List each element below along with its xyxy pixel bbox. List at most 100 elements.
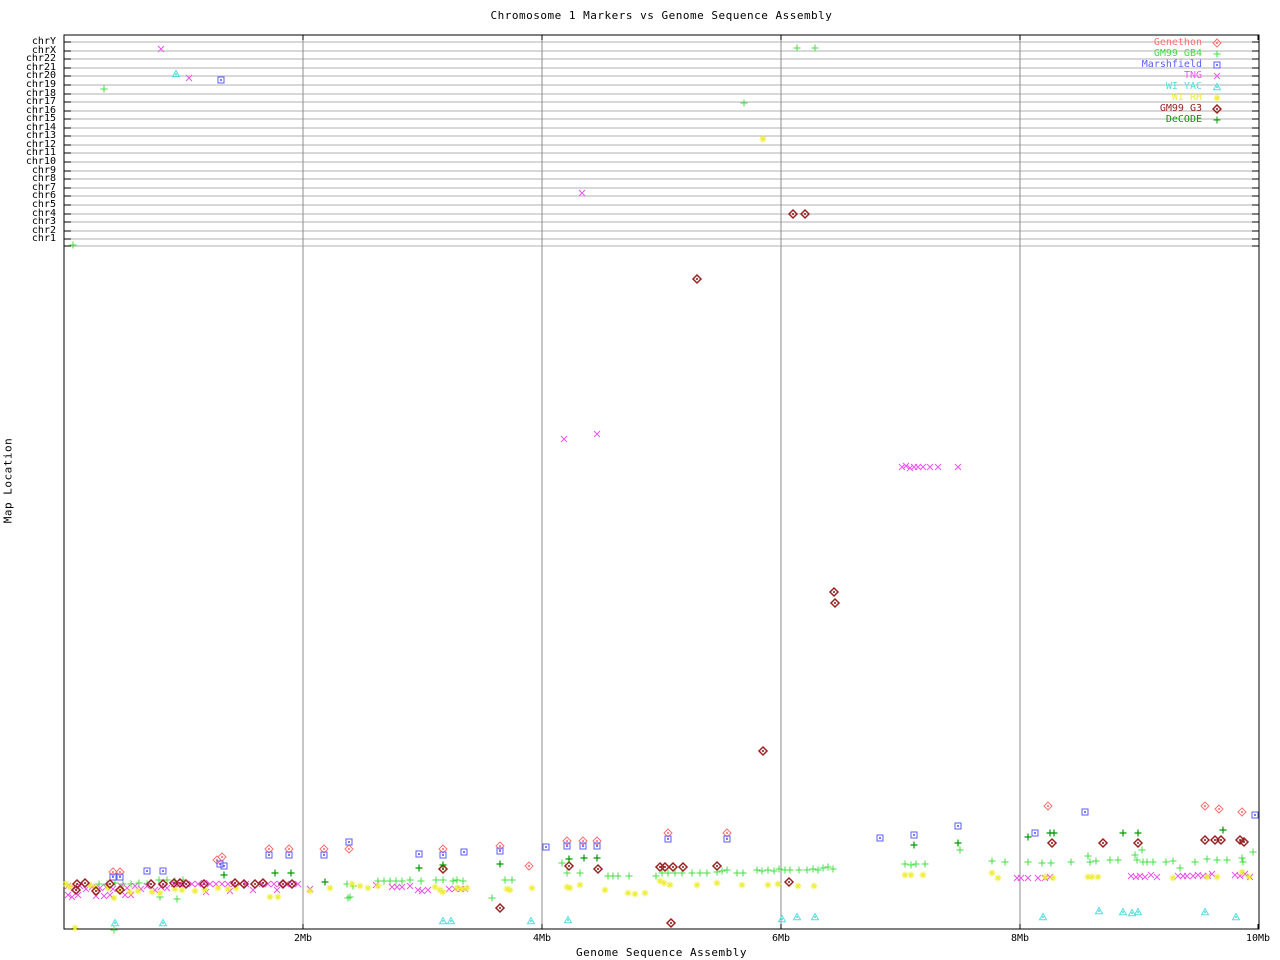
- marker-wi-rh: [1246, 874, 1253, 881]
- legend-item-gm99-g3: GM99 G3: [1000, 103, 1260, 114]
- marker-wi-yac: [1202, 909, 1209, 915]
- marker-gm99-gb4: [1240, 859, 1247, 866]
- marker-wi-rh: [357, 883, 364, 890]
- marker-gm99-gb4: [810, 866, 817, 873]
- marker-marshfield: [877, 835, 883, 841]
- marker-tng: [927, 464, 933, 470]
- marker-tng: [271, 881, 277, 887]
- marker-gm99-g3: [240, 880, 248, 888]
- marker-gm99-gb4: [989, 858, 996, 865]
- marker-gm99-gb4: [804, 867, 811, 874]
- marker-wi-rh: [714, 880, 721, 887]
- marker-gm99-g3: [785, 878, 793, 886]
- marker-gm99-gb4: [759, 868, 766, 875]
- marker-tng: [899, 464, 905, 470]
- marker-marshfield: [221, 863, 227, 869]
- marker-gm99-gb4: [1150, 859, 1157, 866]
- marker-gm99-gb4: [1170, 858, 1177, 865]
- marker-wi-yac: [160, 920, 167, 926]
- marker-gm99-gb4: [1087, 859, 1094, 866]
- marker-marshfield: [160, 868, 166, 874]
- marker-gm99-g3: [1134, 839, 1142, 847]
- marker-wi-rh: [760, 136, 767, 143]
- marker-genethon: [525, 862, 533, 870]
- marker-wi-yac: [565, 917, 572, 923]
- marker-gm99-g3: [565, 862, 573, 870]
- marker-genethon: [345, 845, 353, 853]
- marker-wi-rh: [577, 882, 584, 889]
- marker-wi-rh: [365, 885, 372, 892]
- marker-wi-rh: [765, 882, 772, 889]
- marker-tng: [132, 883, 138, 889]
- marker-wi-rh: [127, 889, 134, 896]
- marker-gm99-gb4: [1192, 859, 1199, 866]
- marker-wi-rh: [432, 884, 439, 891]
- legend-item-wi-rh: WI RH: [1000, 92, 1260, 103]
- marker-gm99-gb4: [689, 870, 696, 877]
- marker-wi-yac: [1135, 909, 1142, 915]
- legend-label: DeCODE: [1166, 114, 1202, 125]
- marker-wi-rh: [459, 886, 466, 893]
- marker-decode: [1135, 830, 1142, 837]
- marker-gm99-gb4: [787, 867, 794, 874]
- marker-gm99-g3: [1099, 839, 1107, 847]
- marker-gm99-gb4: [101, 86, 108, 93]
- marker-tng: [1018, 875, 1024, 881]
- marker-wi-rh: [375, 883, 382, 890]
- marker-gm99-g3: [251, 880, 259, 888]
- marker-gm99-gb4: [1224, 857, 1231, 864]
- marker-wi-rh: [775, 881, 782, 888]
- marker-decode: [322, 879, 329, 886]
- marker-decode: [416, 865, 423, 872]
- marker-gm99-gb4: [454, 877, 461, 884]
- marker-wi-rh: [920, 872, 927, 879]
- legend-item-gm99-gb4: GM99 GB4: [1000, 48, 1260, 59]
- marker-tng: [920, 464, 926, 470]
- marker-decode: [1025, 834, 1032, 841]
- marker-wi-rh: [632, 891, 639, 898]
- marker-wi-rh: [267, 894, 274, 901]
- legend-decode-symbol-icon: [1212, 115, 1222, 128]
- marker-wi-rh: [1089, 874, 1096, 881]
- marker-gm99-gb4: [174, 896, 181, 903]
- marker-tng: [394, 884, 400, 890]
- x-tick-label: 4Mb: [533, 934, 551, 944]
- marker-gm99-gb4: [433, 877, 440, 884]
- marker-tng: [389, 884, 395, 890]
- plot-frame: [64, 35, 1259, 929]
- marker-gm99-gb4: [387, 878, 394, 885]
- marker-marshfield: [110, 874, 116, 880]
- marker-wi-yac: [112, 920, 119, 926]
- marker-gm99-gb4: [1163, 859, 1170, 866]
- marker-wi-rh: [1170, 875, 1177, 882]
- marker-gm99-gb4: [719, 868, 726, 875]
- x-tick-label: 2Mb: [294, 934, 312, 944]
- marker-gm99-gb4: [1139, 847, 1146, 854]
- marker-gm99-gb4: [577, 870, 584, 877]
- marker-marshfield: [117, 874, 123, 880]
- marker-gm99-g3: [693, 275, 701, 283]
- legend-label: WI RH: [1172, 92, 1202, 103]
- marker-gm99-gb4: [489, 895, 496, 902]
- marker-gm99-gb4: [1115, 857, 1122, 864]
- marker-genethon: [1044, 802, 1052, 810]
- marker-gm99-gb4: [913, 861, 920, 868]
- marker-wi-yac: [1096, 908, 1103, 914]
- marker-gm99-gb4: [1002, 859, 1009, 866]
- marker-tng: [446, 886, 452, 892]
- marker-tng: [935, 464, 941, 470]
- marker-gm99-gb4: [1144, 859, 1151, 866]
- marker-wi-yac: [1120, 909, 1127, 915]
- marker-tng: [101, 893, 107, 899]
- marker-gm99-gb4: [794, 45, 801, 52]
- x-axis-title: Genome Sequence Assembly: [64, 946, 1259, 959]
- marker-gm99-gb4: [393, 878, 400, 885]
- marker-wi-rh: [908, 872, 915, 879]
- legend-label: Marshfield: [1142, 59, 1202, 70]
- marker-wi-yac: [440, 918, 447, 924]
- marker-wi-yac: [812, 914, 819, 920]
- marker-marshfield: [543, 844, 549, 850]
- legend-label: GM99 G3: [1160, 103, 1202, 114]
- legend-item-decode: DeCODE: [1000, 114, 1260, 125]
- marker-gm99-gb4: [559, 860, 566, 867]
